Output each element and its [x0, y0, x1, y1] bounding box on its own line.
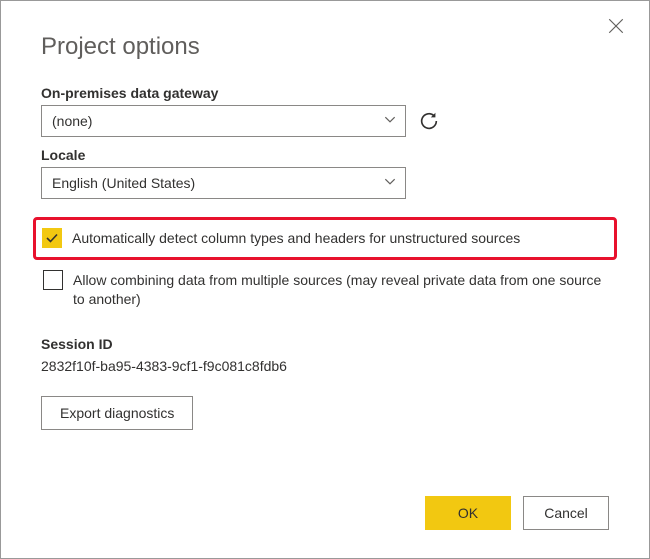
session-id-value: 2832f10f-ba95-4383-9cf1-f9c081c8fdb6	[41, 358, 609, 374]
locale-select[interactable]: English (United States)	[41, 167, 406, 199]
chevron-down-icon	[383, 113, 397, 130]
allow-combine-label: Allow combining data from multiple sourc…	[73, 270, 607, 310]
close-icon	[607, 17, 625, 35]
project-options-dialog: Project options On-premises data gateway…	[3, 3, 647, 556]
auto-detect-checkbox[interactable]	[42, 228, 62, 248]
auto-detect-label: Automatically detect column types and he…	[72, 228, 520, 249]
chevron-down-icon	[383, 175, 397, 192]
highlighted-option: Automatically detect column types and he…	[33, 217, 617, 260]
refresh-icon	[418, 110, 440, 132]
close-button[interactable]	[607, 17, 627, 37]
locale-label: Locale	[41, 147, 609, 163]
gateway-value: (none)	[52, 113, 92, 129]
ok-button[interactable]: OK	[425, 496, 511, 530]
export-diagnostics-button[interactable]: Export diagnostics	[41, 396, 193, 430]
allow-combine-checkbox[interactable]	[43, 270, 63, 290]
dialog-title: Project options	[41, 33, 609, 61]
checkmark-icon	[45, 231, 59, 245]
session-id-label: Session ID	[41, 336, 609, 352]
dialog-footer: OK Cancel	[425, 496, 609, 530]
gateway-select[interactable]: (none)	[41, 105, 406, 137]
refresh-button[interactable]	[418, 110, 440, 132]
locale-value: English (United States)	[52, 175, 195, 191]
gateway-label: On-premises data gateway	[41, 85, 609, 101]
cancel-button[interactable]: Cancel	[523, 496, 609, 530]
